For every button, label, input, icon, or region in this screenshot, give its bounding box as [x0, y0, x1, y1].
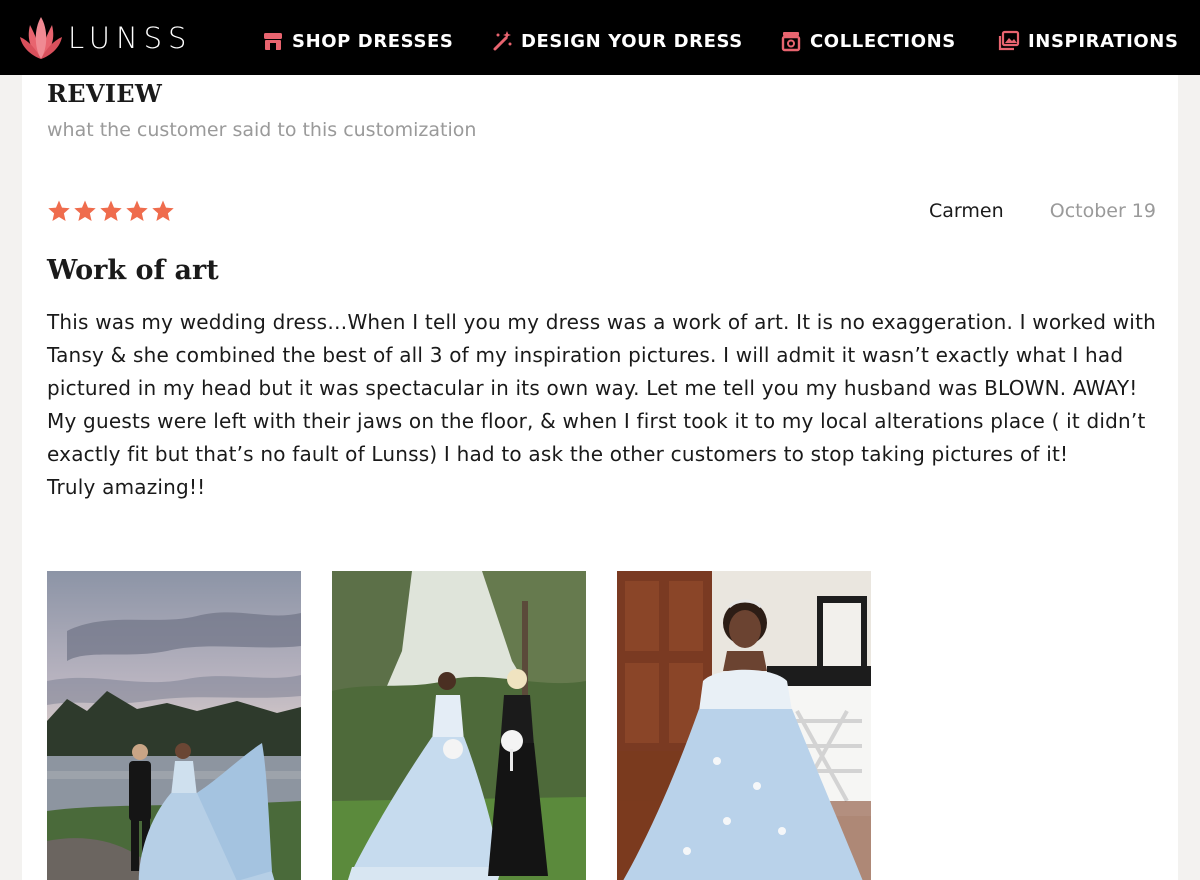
star-icon [152, 200, 174, 221]
nav-label: COLLECTIONS [810, 30, 956, 52]
review-photo-1[interactable] [47, 571, 301, 880]
bride-seated-photo [617, 571, 871, 880]
nav-collections[interactable]: COLLECTIONS [780, 28, 956, 54]
brand-name: LUNSS [68, 21, 193, 55]
star-icon [74, 200, 96, 221]
review-author: Carmen [929, 200, 1004, 222]
magic-wand-icon [493, 31, 512, 51]
brand-logo[interactable]: LUNSS [20, 12, 200, 64]
section-subtitle: what the customer said to this customiza… [47, 119, 477, 141]
review-text: This was my wedding dress…When I tell yo… [47, 310, 1156, 466]
box-icon [781, 32, 801, 52]
review-closing: Truly amazing!! [47, 475, 206, 499]
bride-and-bridesmaid-photo [332, 571, 586, 880]
nav-label: DESIGN YOUR DRESS [521, 30, 743, 52]
review-card: REVIEW what the customer said to this cu… [22, 75, 1178, 880]
review-date: October 19 [1049, 200, 1156, 222]
star-rating [47, 199, 177, 223]
nav-design-your-dress[interactable]: DESIGN YOUR DRESS [491, 28, 743, 54]
star-icon [126, 200, 148, 221]
top-navbar: LUNSS SHOP DRESSES DESIGN YOUR DRESS COL… [0, 0, 1200, 75]
nav-label: INSPIRATIONS [1028, 30, 1179, 52]
review-body: This was my wedding dress…When I tell yo… [47, 306, 1157, 504]
star-icon [48, 200, 70, 221]
nav-inspirations[interactable]: INSPIRATIONS [998, 28, 1179, 54]
lotus-logo-icon [20, 17, 62, 59]
star-icon [100, 200, 122, 221]
review-photo-2[interactable] [332, 571, 586, 880]
review-title: Work of art [47, 255, 219, 286]
review-photo-3[interactable] [617, 571, 871, 880]
images-icon [998, 30, 1020, 51]
nav-label: SHOP DRESSES [292, 30, 454, 52]
nav-shop-dresses[interactable]: SHOP DRESSES [262, 28, 453, 54]
store-icon [264, 33, 282, 50]
bride-and-groom-photo [47, 571, 301, 880]
section-title: REVIEW [47, 79, 163, 108]
